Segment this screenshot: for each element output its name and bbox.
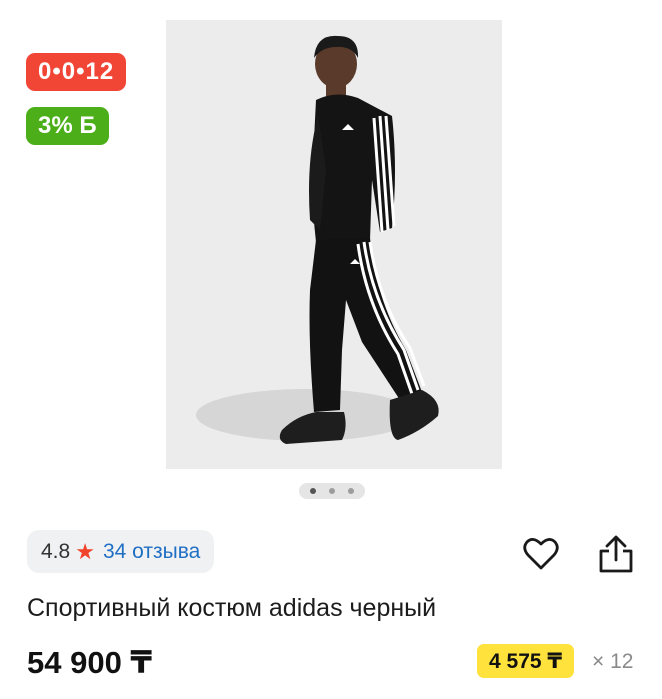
installment-months: × 12	[592, 650, 634, 673]
pagination-dot[interactable]	[348, 488, 354, 494]
reviews-link[interactable]: 34 отзыва	[103, 540, 200, 564]
pagination-dot[interactable]	[310, 488, 316, 494]
product-photo-image	[166, 20, 502, 469]
rating-chip[interactable]: 4.8 ★ 34 отзыва	[27, 530, 215, 573]
installment-badge: 0•0•12	[26, 53, 127, 91]
product-photo[interactable]	[166, 20, 502, 469]
share-icon	[599, 535, 633, 573]
product-price: 54 900 ₸	[27, 645, 152, 680]
favorite-button[interactable]	[521, 534, 561, 574]
installment-price-badge[interactable]: 4 575 ₸	[477, 644, 574, 678]
rating-score: 4.8	[41, 539, 71, 563]
share-button[interactable]	[596, 534, 636, 574]
gallery-pagination[interactable]	[299, 483, 365, 499]
bonus-badge: 3% Б	[26, 107, 109, 145]
heart-icon	[523, 538, 559, 570]
star-icon: ★	[75, 538, 95, 564]
pagination-dot[interactable]	[329, 488, 335, 494]
product-title: Спортивный костюм adidas черный	[27, 594, 437, 622]
